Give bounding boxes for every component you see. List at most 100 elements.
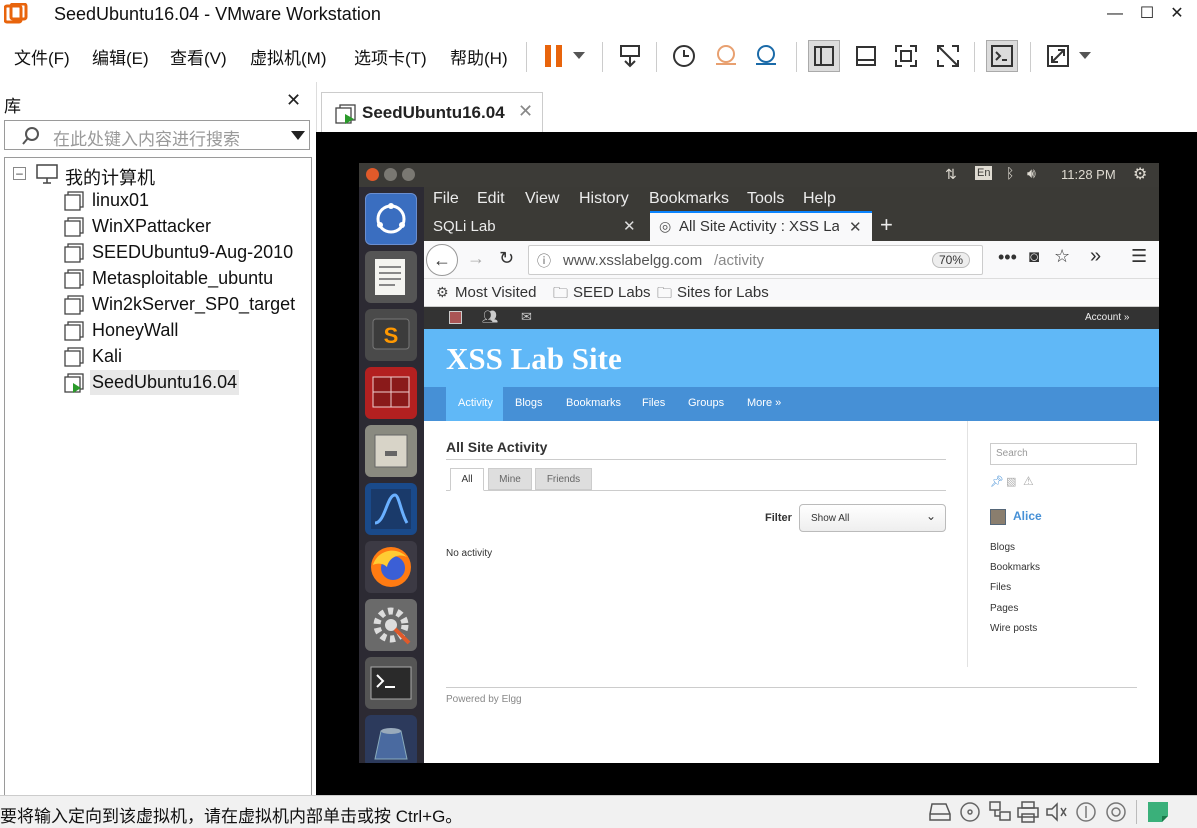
- owner-name[interactable]: Alice: [1013, 509, 1042, 523]
- nav-activity[interactable]: Activity: [458, 397, 493, 409]
- side-link-wire-posts[interactable]: Wire posts: [990, 623, 1037, 634]
- terminator-icon[interactable]: [365, 367, 417, 419]
- keyboard-indicator[interactable]: En: [975, 166, 993, 180]
- site-search-input[interactable]: Search: [990, 443, 1137, 465]
- bookmark-sites-for-labs[interactable]: Sites for Labs: [677, 284, 769, 301]
- close-icon[interactable]: ✕: [623, 217, 636, 235]
- sound-card-icon[interactable]: [1044, 800, 1068, 824]
- tab-all[interactable]: All: [450, 468, 484, 491]
- close-window-button[interactable]: ✕: [1164, 2, 1190, 26]
- full-screen-icon[interactable]: [890, 40, 922, 72]
- forward-icon[interactable]: →: [467, 248, 485, 269]
- info-icon[interactable]: ⓘ: [537, 251, 551, 271]
- menu-edit[interactable]: 编辑(E): [92, 44, 149, 69]
- show-thumbnail-icon[interactable]: [850, 40, 882, 72]
- bluetooth-icon[interactable]: ᛒ: [1006, 165, 1014, 181]
- overflow-icon[interactable]: »: [1090, 245, 1101, 268]
- site-title[interactable]: XSS Lab Site: [446, 341, 622, 377]
- pocket-icon[interactable]: ◙: [1029, 247, 1039, 267]
- ff-menu-edit[interactable]: Edit: [477, 190, 505, 208]
- system-settings-icon[interactable]: [365, 599, 417, 651]
- pause-icon[interactable]: [538, 40, 570, 72]
- network-icon[interactable]: ⇅: [945, 166, 957, 183]
- minimize-icon[interactable]: [384, 168, 397, 181]
- chevron-down-icon[interactable]: [1074, 40, 1096, 72]
- unity-mode-icon[interactable]: [932, 40, 964, 72]
- menu-tabs[interactable]: 选项卡(T): [354, 44, 427, 69]
- library-search-input[interactable]: 在此处键入内容进行搜索: [4, 120, 310, 150]
- ff-menu-tools[interactable]: Tools: [747, 190, 784, 208]
- close-icon[interactable]: ✕: [518, 101, 533, 122]
- vm-item-linux01[interactable]: linux01: [92, 190, 149, 211]
- menu-view[interactable]: 查看(V): [170, 44, 227, 69]
- rss-icon[interactable]: ▧: [1006, 475, 1016, 488]
- ff-menu-view[interactable]: View: [525, 190, 559, 208]
- back-icon[interactable]: ←: [426, 244, 458, 276]
- sublime-text-icon[interactable]: S: [365, 309, 417, 361]
- ff-tab-sqli[interactable]: SQLi Lab ✕: [424, 211, 646, 241]
- pin-icon[interactable]: 📌︎: [990, 475, 1004, 488]
- minimize-button[interactable]: —: [1102, 2, 1128, 26]
- menu-file[interactable]: 文件(F): [14, 44, 70, 69]
- footer-powered-by[interactable]: Powered by Elgg: [446, 694, 522, 705]
- bookmark-seed-labs[interactable]: SEED Labs: [573, 284, 651, 301]
- cd-dvd-icon[interactable]: [958, 800, 982, 824]
- nav-files[interactable]: Files: [642, 397, 665, 409]
- ff-menu-help[interactable]: Help: [803, 190, 836, 208]
- side-link-pages[interactable]: Pages: [990, 603, 1018, 614]
- vm-item-metasploitable[interactable]: Metasploitable_ubuntu: [92, 268, 273, 289]
- reload-icon[interactable]: ↻: [499, 248, 514, 269]
- revert-snapshot-icon[interactable]: [710, 40, 742, 72]
- avatar[interactable]: [990, 509, 1006, 525]
- menu-vm[interactable]: 虚拟机(M): [250, 44, 326, 69]
- close-icon[interactable]: [366, 168, 379, 181]
- network-adapter-icon[interactable]: [988, 800, 1012, 824]
- send-ctrl-alt-del-icon[interactable]: [614, 40, 646, 72]
- message-log-icon[interactable]: [1146, 800, 1170, 824]
- collapse-toggle[interactable]: –: [13, 167, 26, 180]
- tab-seedubuntu16[interactable]: SeedUbuntu16.04 ✕: [321, 92, 543, 132]
- chevron-down-icon[interactable]: [568, 40, 590, 72]
- close-icon[interactable]: ✕: [849, 218, 862, 236]
- show-library-icon[interactable]: [808, 40, 840, 72]
- zoom-indicator[interactable]: 70%: [932, 252, 971, 268]
- ubuntu-logo-icon[interactable]: [365, 193, 417, 245]
- printer-icon[interactable]: [1016, 800, 1040, 824]
- menu-help[interactable]: 帮助(H): [450, 44, 508, 69]
- close-icon[interactable]: ✕: [286, 90, 301, 111]
- nav-more[interactable]: More »: [747, 397, 781, 409]
- chevron-down-icon[interactable]: [291, 131, 305, 141]
- hamburger-menu-icon[interactable]: ☰: [1131, 246, 1147, 267]
- messages-icon[interactable]: ✉: [521, 309, 532, 325]
- nav-blogs[interactable]: Blogs: [515, 397, 543, 409]
- nav-bookmarks[interactable]: Bookmarks: [566, 397, 621, 409]
- side-link-blogs[interactable]: Blogs: [990, 542, 1015, 553]
- file-manager-icon[interactable]: [365, 425, 417, 477]
- ff-menu-file[interactable]: File: [433, 190, 459, 208]
- wireshark-icon[interactable]: [365, 483, 417, 535]
- side-link-bookmarks[interactable]: Bookmarks: [990, 562, 1040, 573]
- trash-icon[interactable]: [365, 715, 417, 763]
- tab-mine[interactable]: Mine: [488, 468, 532, 490]
- text-editor-icon[interactable]: [365, 251, 417, 303]
- volume-icon[interactable]: 🔊︎: [1027, 165, 1036, 182]
- vm-item-seedubuntu16[interactable]: SeedUbuntu16.04: [90, 370, 240, 395]
- report-icon[interactable]: ⚠: [1023, 474, 1034, 488]
- clock[interactable]: 11:28 PM: [1061, 167, 1116, 182]
- friends-icon[interactable]: 👥︎: [482, 309, 499, 325]
- side-link-files[interactable]: Files: [990, 582, 1011, 593]
- guest-screen[interactable]: ⇅ En ᛒ 🔊︎ 11:28 PM ⚙ S File Edit View Hi…: [359, 163, 1159, 763]
- terminal-icon[interactable]: [365, 657, 417, 709]
- hard-disk-icon[interactable]: [928, 800, 952, 824]
- stretch-guest-icon[interactable]: [1042, 40, 1074, 72]
- vm-item-honeywall[interactable]: HoneyWall: [92, 320, 178, 341]
- vm-item-seedubuntu9[interactable]: SEEDUbuntu9-Aug-2010: [92, 242, 293, 263]
- ff-menu-bookmarks[interactable]: Bookmarks: [649, 190, 729, 208]
- snapshot-manager-icon[interactable]: [750, 40, 782, 72]
- display-icon[interactable]: [1104, 800, 1128, 824]
- nav-groups[interactable]: Groups: [688, 397, 724, 409]
- new-tab-icon[interactable]: +: [880, 212, 893, 238]
- maximize-icon[interactable]: [402, 168, 415, 181]
- elgg-logo-icon[interactable]: [449, 311, 462, 324]
- filter-select[interactable]: Show All ⌄: [799, 504, 946, 532]
